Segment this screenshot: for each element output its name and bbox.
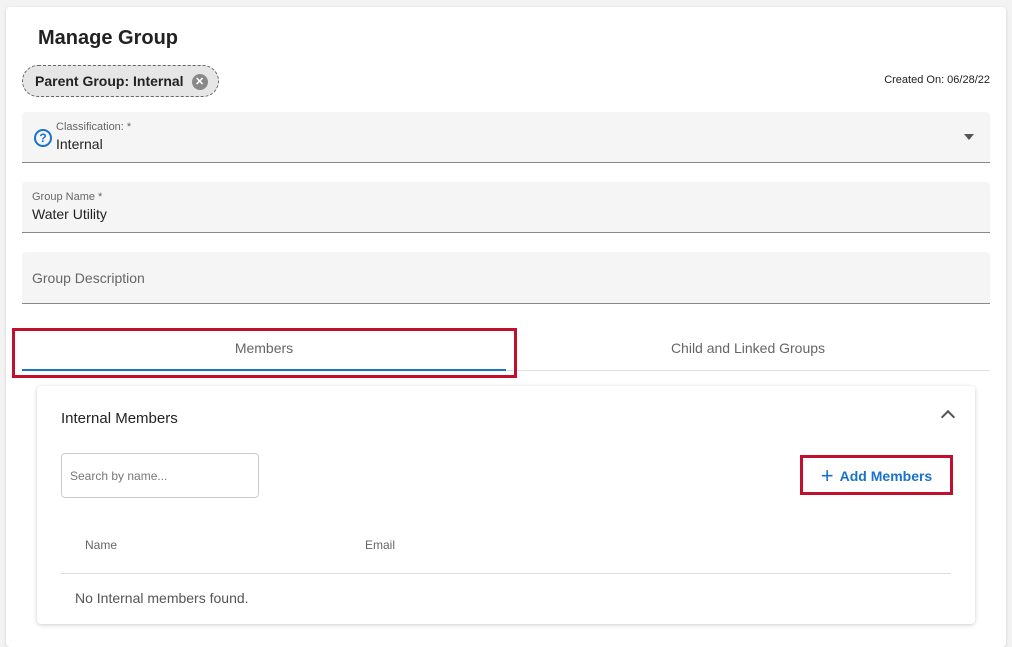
internal-members-panel: Internal Members + Add Members Name Emai… <box>37 386 975 624</box>
page-title: Manage Group <box>38 27 179 49</box>
table-divider <box>61 573 951 574</box>
add-members-button[interactable]: + Add Members <box>804 458 949 494</box>
dropdown-arrow-icon[interactable] <box>964 134 974 140</box>
add-members-label: Add Members <box>839 468 933 484</box>
group-description-field[interactable]: Group Description <box>22 252 990 304</box>
group-name-value: Water Utility <box>32 206 107 222</box>
empty-state-message: No Internal members found. <box>75 590 249 606</box>
parent-group-chip[interactable]: Parent Group: Internal ✕ <box>22 65 219 97</box>
group-name-label: Group Name * <box>32 191 103 203</box>
created-on-text: Created On: 06/28/22 <box>884 74 990 86</box>
search-input[interactable] <box>61 453 259 498</box>
question-circle-icon[interactable]: ? <box>34 129 52 147</box>
classification-value: Internal <box>56 136 103 152</box>
active-tab-indicator <box>22 369 506 371</box>
tab-bar: Members Child and Linked Groups <box>22 325 990 371</box>
x-circle-icon[interactable]: ✕ <box>191 74 208 90</box>
classification-select[interactable]: ? Classification: * Internal <box>22 112 990 163</box>
tab-members[interactable]: Members <box>22 325 506 370</box>
group-name-field[interactable]: Group Name * Water Utility <box>22 182 990 233</box>
column-header-name[interactable]: Name <box>85 538 117 552</box>
panel-title: Internal Members <box>61 410 178 427</box>
classification-label: Classification: * <box>56 121 132 133</box>
tab-child-and-linked-groups[interactable]: Child and Linked Groups <box>506 325 990 370</box>
group-description-placeholder: Group Description <box>32 270 145 286</box>
plus-icon: + <box>820 463 834 488</box>
column-header-email[interactable]: Email <box>365 538 395 552</box>
chevron-up-icon[interactable] <box>940 409 956 425</box>
parent-group-chip-label: Parent Group: Internal <box>35 73 184 89</box>
